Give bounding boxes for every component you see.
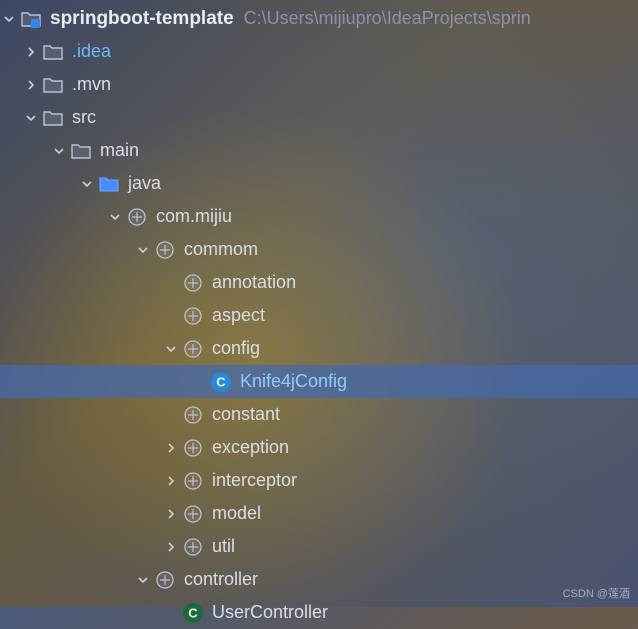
tree-label: util (212, 536, 235, 557)
folder-icon (70, 140, 92, 162)
chevron-down-icon[interactable] (78, 175, 96, 193)
tree-row-knife4j-config[interactable]: C Knife4jConfig (0, 365, 638, 398)
tree-label: model (212, 503, 261, 524)
tree-row-user-controller[interactable]: C UserController (0, 596, 638, 629)
tree-row-config[interactable]: config (0, 332, 638, 365)
tree-label: com.mijiu (156, 206, 232, 227)
tree-row-main[interactable]: main (0, 134, 638, 167)
chevron-right-icon[interactable] (162, 439, 180, 457)
package-icon (154, 569, 176, 591)
package-icon (182, 404, 204, 426)
chevron-down-icon[interactable] (162, 340, 180, 358)
folder-icon (42, 107, 64, 129)
tree-row-package-root[interactable]: com.mijiu (0, 200, 638, 233)
tree-row-util[interactable]: util (0, 530, 638, 563)
tree-label: exception (212, 437, 289, 458)
tree-label: UserController (212, 602, 328, 623)
tree-row-root[interactable]: springboot-template C:\Users\mijiupro\Id… (0, 2, 638, 35)
tree-row-constant[interactable]: constant (0, 398, 638, 431)
package-icon (182, 536, 204, 558)
project-path: C:\Users\mijiupro\IdeaProjects\sprin (244, 8, 531, 29)
package-icon (182, 338, 204, 360)
folder-icon (42, 41, 64, 63)
tree-row-java[interactable]: java (0, 167, 638, 200)
tree-row-aspect[interactable]: aspect (0, 299, 638, 332)
package-icon (182, 437, 204, 459)
chevron-down-icon[interactable] (22, 109, 40, 127)
tree-row-controller[interactable]: controller (0, 563, 638, 596)
tree-label: commom (184, 239, 258, 260)
tree-label: controller (184, 569, 258, 590)
module-folder-icon (20, 8, 42, 30)
svg-text:C: C (216, 374, 226, 389)
package-icon (182, 470, 204, 492)
chevron-right-icon[interactable] (162, 505, 180, 523)
package-icon (182, 305, 204, 327)
svg-text:C: C (188, 605, 198, 620)
chevron-right-icon[interactable] (22, 76, 40, 94)
package-icon (126, 206, 148, 228)
tree-label: .mvn (72, 74, 111, 95)
tree-label: constant (212, 404, 280, 425)
tree-row-annotation[interactable]: annotation (0, 266, 638, 299)
chevron-down-icon[interactable] (0, 10, 18, 28)
chevron-down-icon[interactable] (50, 142, 68, 160)
tree-row-idea[interactable]: .idea (0, 35, 638, 68)
chevron-right-icon[interactable] (162, 538, 180, 556)
tree-label: springboot-template (50, 8, 234, 30)
package-icon (154, 239, 176, 261)
tree-label: java (128, 173, 161, 194)
chevron-down-icon[interactable] (134, 241, 152, 259)
tree-label: annotation (212, 272, 296, 293)
package-icon (182, 503, 204, 525)
chevron-right-icon[interactable] (22, 43, 40, 61)
source-folder-icon (98, 173, 120, 195)
class-icon: C (182, 602, 204, 624)
tree-row-model[interactable]: model (0, 497, 638, 530)
chevron-down-icon[interactable] (106, 208, 124, 226)
chevron-down-icon[interactable] (134, 571, 152, 589)
tree-label: Knife4jConfig (240, 371, 347, 392)
tree-row-interceptor[interactable]: interceptor (0, 464, 638, 497)
tree-row-mvn[interactable]: .mvn (0, 68, 638, 101)
tree-label: main (100, 140, 139, 161)
tree-label: interceptor (212, 470, 297, 491)
tree-row-commom[interactable]: commom (0, 233, 638, 266)
tree-label: .idea (72, 41, 111, 62)
class-icon: C (210, 371, 232, 393)
watermark: CSDN @莲酒 (563, 585, 630, 601)
project-tree[interactable]: springboot-template C:\Users\mijiupro\Id… (0, 0, 638, 629)
chevron-right-icon[interactable] (162, 472, 180, 490)
tree-label: config (212, 338, 260, 359)
tree-row-src[interactable]: src (0, 101, 638, 134)
package-icon (182, 272, 204, 294)
folder-icon (42, 74, 64, 96)
tree-label: aspect (212, 305, 265, 326)
tree-label: src (72, 107, 96, 128)
tree-row-exception[interactable]: exception (0, 431, 638, 464)
